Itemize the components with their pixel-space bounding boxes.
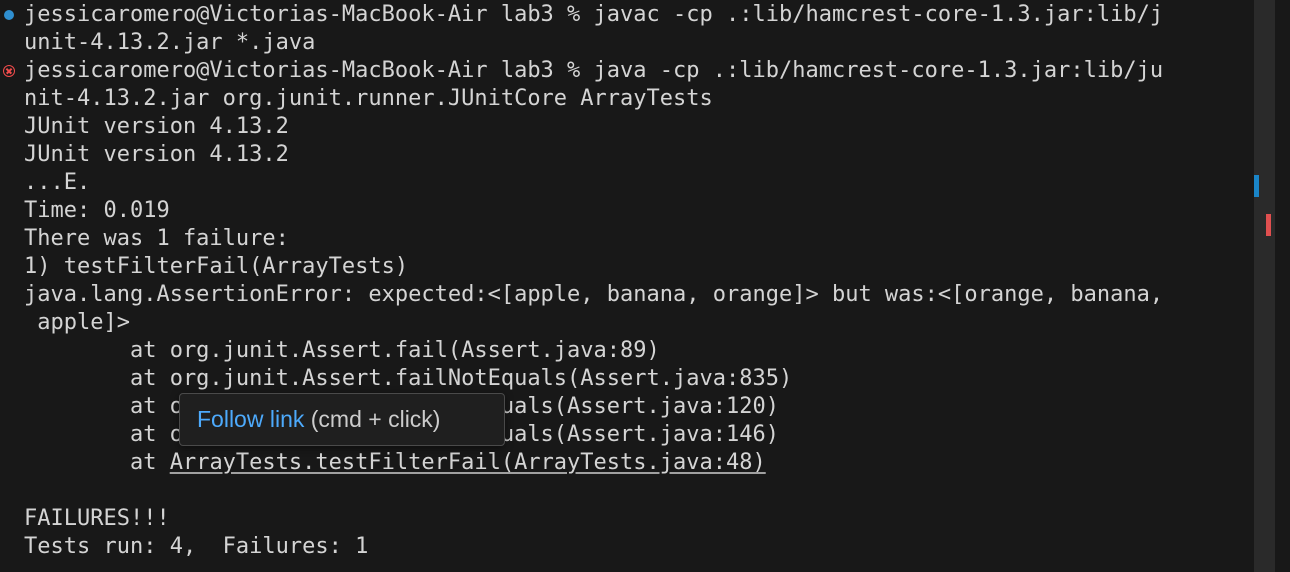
terminal-line: Time: 0.019 — [24, 197, 170, 225]
terminal-line-text: at org.junit.Assert.failNotEquals(Assert… — [24, 366, 793, 391]
terminal-line: at org.junit.Assert.failNotEquals(Assert… — [24, 365, 792, 393]
terminal-line-text: unit-4.13.2.jar *.java — [24, 30, 316, 55]
terminal-line-text: java.lang.AssertionError: expected:<[app… — [24, 282, 1164, 307]
terminal-panel[interactable]: jessicaromero@Victorias-MacBook-Air lab3… — [0, 0, 1290, 572]
terminal-line-text: jessicaromero@Victorias-MacBook-Air lab3… — [24, 58, 1164, 83]
terminal-line: There was 1 failure: — [24, 225, 289, 253]
scroll-overview-mark-error — [1266, 214, 1271, 236]
terminal-line-text: nit-4.13.2.jar org.junit.runner.JUnitCor… — [24, 86, 713, 111]
terminal-line: at org.junit.Assert.fail(Assert.java:89) — [24, 337, 660, 365]
terminal-line: JUnit version 4.13.2 — [24, 141, 289, 169]
terminal-line-text: FAILURES!!! — [24, 506, 170, 531]
terminal-line: ...E. — [24, 169, 90, 197]
terminal-line: JUnit version 4.13.2 — [24, 113, 289, 141]
terminal-line: java.lang.AssertionError: expected:<[app… — [24, 281, 1163, 309]
command-success-decoration[interactable] — [0, 1, 18, 29]
terminal-line-text: at org.junit.Assert.fail(Assert.java:89) — [24, 338, 660, 363]
terminal-line-text: JUnit version 4.13.2 — [24, 142, 289, 167]
terminal-line: unit-4.13.2.jar *.java — [24, 29, 315, 57]
terminal-line-text: 1) testFilterFail(ArrayTests) — [24, 254, 409, 279]
terminal-scrollbar[interactable] — [1254, 0, 1275, 572]
terminal-line-text: There was 1 failure: — [24, 226, 289, 251]
command-error-decoration[interactable] — [0, 57, 18, 85]
terminal-line-text: apple]> — [24, 310, 130, 335]
success-dot-icon — [4, 10, 14, 20]
terminal-line-text: JUnit version 4.13.2 — [24, 114, 289, 139]
terminal-line-text: Time: 0.019 — [24, 198, 170, 223]
follow-link-tooltip[interactable]: Follow link (cmd + click) — [179, 393, 505, 446]
terminal-line: 1) testFilterFail(ArrayTests) — [24, 253, 408, 281]
stack-trace-file-link[interactable]: ArrayTests.testFilterFail(ArrayTests.jav… — [170, 450, 766, 475]
error-circle-x-icon — [3, 65, 15, 77]
terminal-line: jessicaromero@Victorias-MacBook-Air lab3… — [24, 57, 1163, 85]
terminal-line: Tests run: 4, Failures: 1 — [24, 533, 368, 561]
terminal-line: nit-4.13.2.jar org.junit.runner.JUnitCor… — [24, 85, 713, 113]
terminal-line: apple]> — [24, 309, 130, 337]
terminal-line: jessicaromero@Victorias-MacBook-Air lab3… — [24, 1, 1163, 29]
follow-link-action[interactable]: Follow link — [197, 406, 304, 433]
scroll-overview-mark-success — [1254, 175, 1259, 197]
terminal-line-text: at — [24, 450, 170, 475]
terminal-line-text: ...E. — [24, 170, 91, 195]
terminal-line-text: jessicaromero@Victorias-MacBook-Air lab3… — [24, 2, 1164, 27]
follow-link-hint: (cmd + click) — [304, 406, 441, 432]
terminal-line: at ArrayTests.testFilterFail(ArrayTests.… — [24, 449, 766, 477]
terminal-line: FAILURES!!! — [24, 505, 170, 533]
terminal-line-text: Tests run: 4, Failures: 1 — [24, 534, 369, 559]
